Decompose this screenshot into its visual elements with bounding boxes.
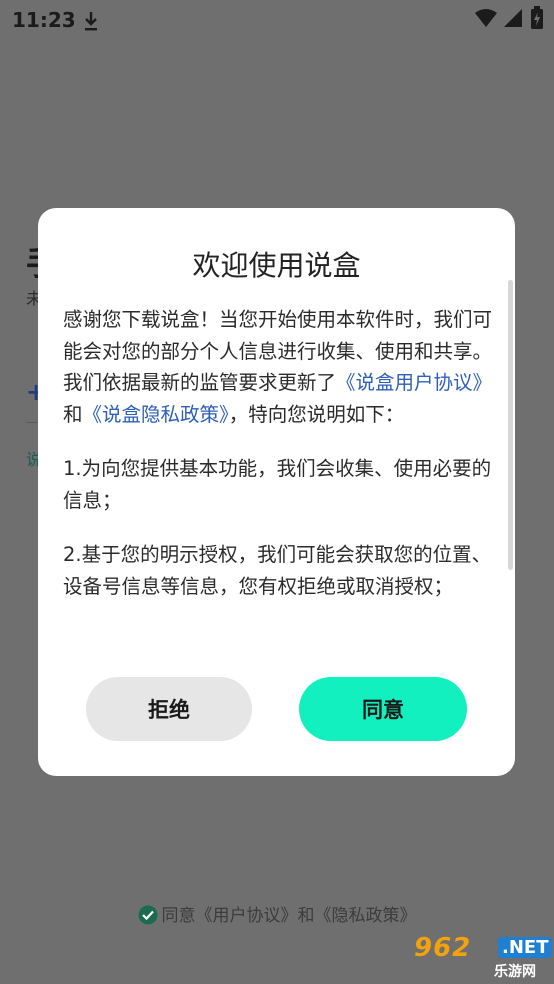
privacy-policy-link[interactable]: 《说盒隐私政策》 bbox=[83, 403, 229, 426]
status-bar: 11:23 bbox=[0, 0, 554, 40]
battery-icon bbox=[531, 6, 543, 29]
watermark-number: 962 bbox=[414, 933, 472, 963]
download-icon bbox=[85, 12, 97, 31]
watermark-logo: 962 .NET 乐游网 bbox=[414, 933, 553, 980]
bottom-user-agreement-link[interactable]: 《用户协议》 bbox=[196, 906, 298, 926]
dialog-body[interactable]: 感谢您下载说盒！当您开始使用本软件时，我们可能会对您的部分个人信息进行收集、使用… bbox=[63, 304, 503, 646]
dialog-title: 欢迎使用说盒 bbox=[192, 249, 361, 282]
bottom-and-text: 和 bbox=[297, 906, 315, 926]
check-circle-icon[interactable] bbox=[138, 905, 158, 925]
user-agreement-link[interactable]: 《说盒用户协议》 bbox=[336, 371, 492, 394]
intro-text-b: 和 bbox=[63, 402, 83, 426]
wifi-icon bbox=[475, 9, 497, 27]
intro-text-c: ，特向您说明如下： bbox=[228, 402, 405, 426]
welcome-dialog: 欢迎使用说盒 感谢您下载说盒！当您开始使用本软件时，我们可能会对您的部分个人信息… bbox=[38, 208, 515, 776]
dialog-scrollbar[interactable] bbox=[508, 280, 513, 570]
status-time: 11:23 bbox=[12, 8, 76, 32]
dialog-paragraph-1: 1.为向您提供基本功能，我们会收集、使用必要的信息； bbox=[63, 457, 492, 512]
dialog-paragraph-2: 2.基于您的明示授权，我们可能会获取您的位置、设备号信息等信息，您有权拒绝或取消… bbox=[63, 543, 492, 598]
bottom-agreement: 同意《用户协议》和《隐私政策》 bbox=[0, 901, 554, 926]
watermark-net: .NET bbox=[498, 937, 553, 958]
agree-button[interactable]: 同意 bbox=[299, 677, 467, 741]
bottom-privacy-policy-link[interactable]: 《隐私政策》 bbox=[315, 906, 417, 926]
watermark-sub: 乐游网 bbox=[494, 964, 536, 980]
signal-icon bbox=[504, 9, 522, 27]
bottom-agree-text: 同意 bbox=[161, 906, 196, 926]
reject-button[interactable]: 拒绝 bbox=[86, 677, 252, 741]
dialog-paragraph-intro: 感谢您下载说盒！当您开始使用本软件时，我们可能会对您的部分个人信息进行收集、使用… bbox=[63, 304, 503, 430]
